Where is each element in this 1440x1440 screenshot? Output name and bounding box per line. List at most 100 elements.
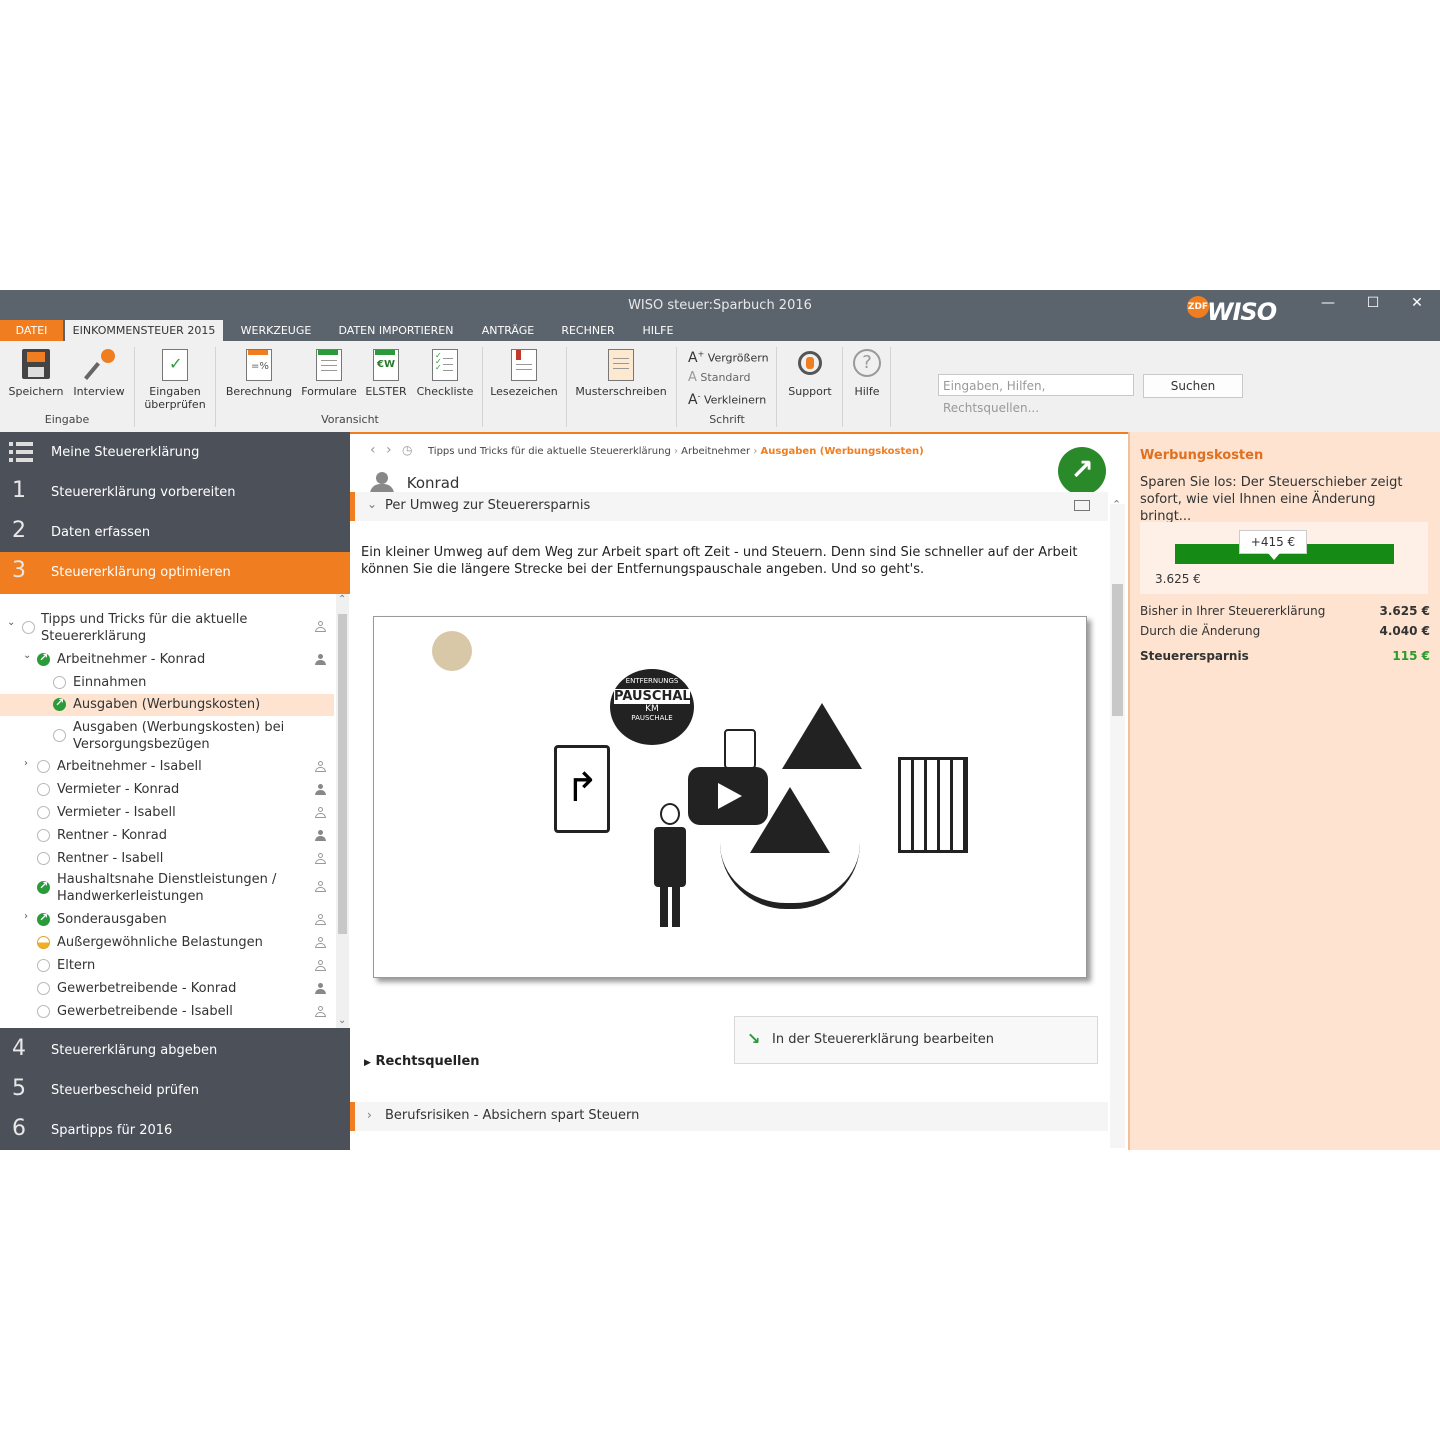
panel-title: Werbungskosten <box>1140 448 1264 463</box>
tab-datei[interactable]: DATEI <box>0 320 63 341</box>
search-input[interactable]: Eingaben, Hilfen, Rechtsquellen... <box>938 374 1134 415</box>
tree-item[interactable]: Einnahmen <box>0 673 334 693</box>
person-icon <box>315 937 326 949</box>
tax-slider-base-value: 3.625 € <box>1155 572 1201 586</box>
tab-daten-importieren[interactable]: DATEN IMPORTIEREN <box>330 320 462 341</box>
status-open-icon <box>37 852 50 865</box>
tree-item-label: Arbeitnehmer - Isabell <box>57 759 202 774</box>
section-berufsrisiken[interactable]: › Berufsrisiken - Absichern spart Steuer… <box>350 1102 1108 1131</box>
forward-arrow-icon[interactable]: › <box>386 442 392 458</box>
optimize-arrow-button[interactable]: ↗ <box>1058 447 1106 495</box>
search-button[interactable]: Suchen <box>1143 374 1243 398</box>
interview-button[interactable]: Interview <box>70 349 128 398</box>
forms-button[interactable]: Formulare <box>300 349 358 398</box>
tab-einkommensteuer[interactable]: EINKOMMENSTEUER 2015 <box>65 320 223 341</box>
turn-sign-icon: ↱ <box>554 745 610 833</box>
step-6[interactable]: 6 Spartipps für 2016 <box>0 1110 350 1150</box>
font-enlarge-button[interactable]: A+ Vergrößern <box>688 349 769 366</box>
tree-item[interactable]: › Arbeitnehmer - Isabell <box>0 757 334 777</box>
elster-button[interactable]: €W ELSTER <box>364 349 408 398</box>
close-button[interactable]: ✕ <box>1402 295 1432 315</box>
scroll-down-icon[interactable]: ⌄ <box>338 1015 346 1026</box>
tree-item[interactable]: Rentner - Isabell <box>0 849 334 869</box>
breadcrumb-item[interactable]: Arbeitnehmer <box>681 446 750 457</box>
section-umweg[interactable]: ⌄ Per Umweg zur Steuerersparnis <box>350 492 1108 521</box>
tree-item[interactable]: Außergewöhnliche Belastungen <box>0 933 334 953</box>
group-eingabe: Eingabe <box>44 413 90 426</box>
tree-item-label: Ausgaben (Werbungskosten) <box>73 697 261 712</box>
history-icon[interactable]: ◷ <box>402 443 412 457</box>
status-open-icon <box>37 783 50 796</box>
save-label: Speichern <box>8 385 64 398</box>
tree-item-label: Gewerbetreibende - Isabell <box>57 1004 233 1019</box>
font-shrink-label: Verkleinern <box>703 393 767 407</box>
tree-item[interactable]: Haushaltsnahe Dienstleistungen / Handwer… <box>0 871 334 907</box>
tree-item[interactable]: Gewerbetreibende - Konrad <box>0 979 334 999</box>
step-5[interactable]: 5 Steuerbescheid prüfen <box>0 1070 350 1110</box>
step-3[interactable]: 3 Steuererklärung optimieren <box>0 552 350 594</box>
video-play-button[interactable] <box>688 767 768 825</box>
breadcrumb-item[interactable]: Tipps und Tricks für die aktuelle Steuer… <box>428 446 671 457</box>
elster-label: ELSTER <box>365 385 407 398</box>
microphone-icon <box>84 349 115 381</box>
save-button[interactable]: Speichern <box>8 349 64 398</box>
check-inputs-button[interactable]: ✓ Eingaben überprüfen <box>140 349 210 411</box>
tree-item[interactable]: Rentner - Konrad <box>0 826 334 846</box>
headset-icon <box>795 349 825 381</box>
letter-templates-button[interactable]: Musterschreiben <box>574 349 668 398</box>
ribbon-separator <box>482 347 483 427</box>
maximize-button[interactable]: ☐ <box>1358 295 1388 315</box>
person-icon <box>315 960 326 972</box>
tab-hilfe[interactable]: HILFE <box>632 320 684 341</box>
tree-item[interactable]: ⌄ Tipps und Tricks für die aktuelle Steu… <box>0 611 334 647</box>
tab-werkzeuge[interactable]: WERKZEUGE <box>230 320 322 341</box>
main-scrollbar-thumb[interactable] <box>1112 584 1123 716</box>
tree-scrollbar[interactable]: ⌃ ⌄ <box>336 594 349 1028</box>
minimize-button[interactable]: — <box>1313 295 1343 315</box>
font-shrink-button[interactable]: A- Verkleinern <box>688 391 766 408</box>
tree-item[interactable]: Vermieter - Konrad <box>0 780 334 800</box>
user-icon <box>370 472 394 494</box>
ueberpruefen-label: überprüfen <box>144 398 206 411</box>
edit-in-return-button[interactable]: ↘ In der Steuererklärung bearbeiten <box>734 1016 1098 1064</box>
tree-scrollbar-thumb[interactable] <box>338 614 347 934</box>
tree-item-label: Tipps und Tricks für die aktuelle Steuer… <box>41 612 248 644</box>
help-label: Hilfe <box>854 385 880 398</box>
video-player[interactable]: ENTFERNUNGS PAUSCHAL KM PAUSCHALE ↱ <box>373 616 1087 978</box>
tree-item[interactable]: ⌄ Arbeitnehmer - Konrad <box>0 650 334 670</box>
summary-label: Durch die Änderung <box>1140 624 1261 638</box>
tree-item[interactable]: Ausgaben (Werbungskosten) bei Versorgung… <box>0 719 334 755</box>
font-standard-button[interactable]: A Standard <box>688 370 750 385</box>
person-icon <box>315 914 326 926</box>
step-1[interactable]: 1 Steuererklärung vorbereiten <box>0 472 350 512</box>
font-shrink-icon: A- <box>688 391 701 408</box>
step-4[interactable]: 4 Steuererklärung abgeben <box>0 1030 350 1070</box>
body-text: Ein kleiner Umweg auf dem Weg zur Arbeit… <box>361 545 1078 577</box>
checklist-button[interactable]: ✓ ✓ ✓ Checkliste <box>416 349 474 398</box>
edit-arrow-icon: ↘ <box>747 1029 761 1048</box>
tree-item[interactable]: › Sonderausgaben <box>0 910 334 930</box>
sidebar-header[interactable]: Meine Steuererklärung <box>0 432 350 472</box>
bookmarks-button[interactable]: Lesezeichen <box>490 349 558 398</box>
forms-label: Formulare <box>301 385 357 398</box>
tree-item[interactable]: Eltern <box>0 956 334 976</box>
print-icon[interactable] <box>1074 500 1090 511</box>
back-arrow-icon[interactable]: ‹ <box>370 442 376 458</box>
section-title: Per Umweg zur Steuerersparnis <box>385 498 591 513</box>
sign-text-km: KM <box>645 704 659 714</box>
help-button[interactable]: ? Hilfe <box>848 349 886 398</box>
tree-item-selected[interactable]: Ausgaben (Werbungskosten) <box>0 694 334 716</box>
step-2[interactable]: 2 Daten erfassen <box>0 512 350 552</box>
tab-rechner[interactable]: RECHNER <box>552 320 624 341</box>
main-scrollbar[interactable] <box>1110 504 1125 1148</box>
tree-item[interactable]: Gewerbetreibende - Isabell <box>0 1002 334 1022</box>
calculation-button[interactable]: =% Berechnung <box>224 349 294 398</box>
font-enlarge-label: Vergrößern <box>707 351 769 365</box>
tax-slider[interactable]: +415 € 3.625 € <box>1140 522 1428 594</box>
tab-antraege[interactable]: ANTRÄGE <box>472 320 544 341</box>
support-button[interactable]: Support <box>784 349 836 398</box>
legal-sources-toggle[interactable]: ▶ Rechtsquellen <box>364 1054 480 1069</box>
tree-item[interactable]: Vermieter - Isabell <box>0 803 334 823</box>
scroll-up-icon[interactable]: ⌃ <box>338 594 346 605</box>
step-number: 1 <box>12 478 26 503</box>
